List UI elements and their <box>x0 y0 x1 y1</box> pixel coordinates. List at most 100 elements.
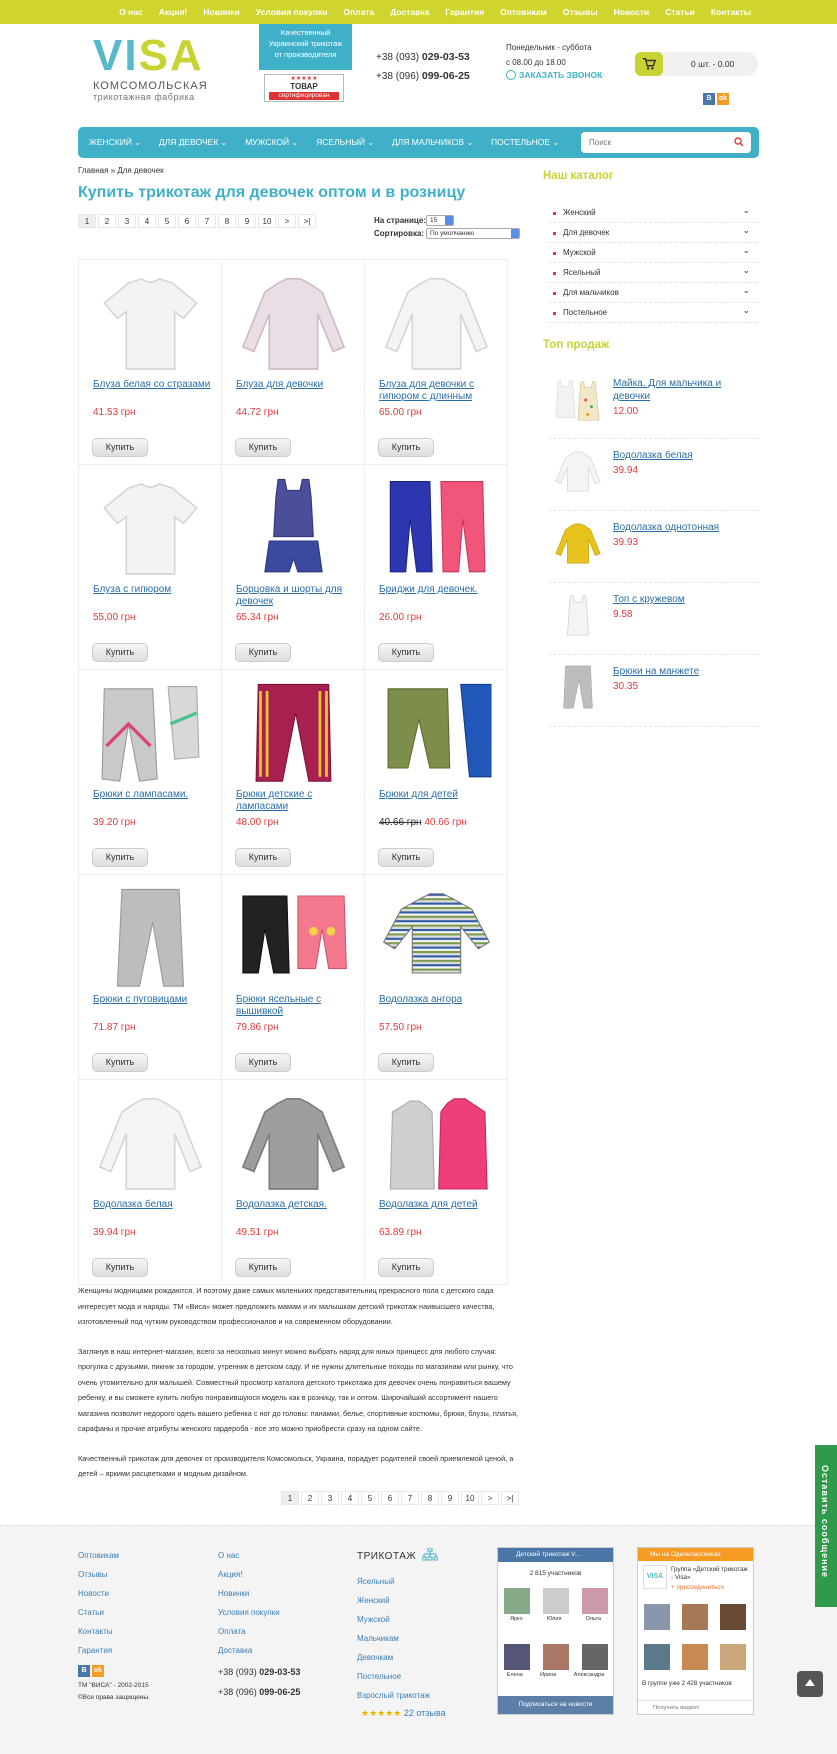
top-nav-item[interactable]: Контакты <box>703 0 759 24</box>
catalog-item[interactable]: Женский <box>548 200 758 223</box>
buy-button[interactable]: Купить <box>378 1053 434 1072</box>
page-link[interactable]: 1 <box>281 1491 299 1505</box>
footer-link[interactable]: Условия покупки <box>218 1603 280 1622</box>
site-logo[interactable]: VISA КОМСОМОЛЬСКАЯ трикотажная фабрика <box>93 34 208 103</box>
catalog-item[interactable]: Для девочек <box>548 220 758 243</box>
avatar[interactable] <box>644 1644 670 1670</box>
top-nav-item[interactable]: Доставка <box>382 0 437 24</box>
avatar[interactable] <box>682 1604 708 1630</box>
avatar[interactable] <box>720 1604 746 1630</box>
breadcrumb[interactable]: Главная » Для девочек <box>78 166 164 175</box>
footer-link[interactable]: Оплата <box>218 1622 280 1641</box>
page-link[interactable]: > <box>278 214 296 228</box>
product-name[interactable]: Брюки с пуговицами <box>93 994 213 1006</box>
product-image[interactable] <box>236 475 351 585</box>
search-icon[interactable] <box>734 137 744 147</box>
product-name[interactable]: Топ с кружевом <box>613 593 753 606</box>
footer-link[interactable]: Отзывы <box>78 1565 119 1584</box>
page-link[interactable]: 6 <box>381 1491 399 1505</box>
page-link[interactable]: 9 <box>238 214 256 228</box>
page-link[interactable]: 4 <box>341 1491 359 1505</box>
product-image[interactable] <box>554 663 602 713</box>
page-link[interactable]: 9 <box>441 1491 459 1505</box>
top-nav-item[interactable]: Гарантия <box>437 0 492 24</box>
buy-button[interactable]: Купить <box>235 848 291 867</box>
top-nav-item[interactable]: Новости <box>606 0 658 24</box>
nav-item-boys[interactable]: ДЛЯ МАЛЬЧИКОВ <box>383 127 482 158</box>
footer-link[interactable]: Женский <box>357 1591 430 1610</box>
buy-button[interactable]: Купить <box>92 1258 148 1277</box>
product-image[interactable] <box>554 591 602 641</box>
footer-link[interactable]: Ясельный <box>357 1572 430 1591</box>
buy-button[interactable]: Купить <box>92 438 148 457</box>
buy-button[interactable]: Купить <box>92 848 148 867</box>
page-link[interactable]: 3 <box>118 214 136 228</box>
product-name[interactable]: Брюки для детей <box>379 789 499 801</box>
product-name[interactable]: Блуза белая со стразами <box>93 379 213 391</box>
product-image[interactable] <box>236 885 351 995</box>
per-page-select[interactable]: 15 <box>426 215 454 226</box>
odnoklassniki-icon[interactable]: ok <box>92 1665 104 1677</box>
footer-link[interactable]: О нас <box>218 1546 280 1565</box>
buy-button[interactable]: Купить <box>378 848 434 867</box>
page-link[interactable]: 3 <box>321 1491 339 1505</box>
scroll-top-button[interactable] <box>797 1671 823 1697</box>
product-image[interactable] <box>93 885 208 995</box>
product-name[interactable]: Брюки ясельные с вышивкой <box>236 994 356 1018</box>
product-name[interactable]: Водолазка однотонная <box>613 521 753 534</box>
product-image[interactable] <box>236 270 351 380</box>
product-name[interactable]: Водолазка ангора <box>379 994 499 1006</box>
product-image[interactable] <box>93 475 208 585</box>
catalog-item[interactable]: Ясельный <box>548 260 758 283</box>
feedback-tab[interactable]: Оставить сообщение <box>815 1445 837 1607</box>
cart[interactable]: 0 шт. - 0.00 <box>635 52 758 76</box>
catalog-item[interactable]: Для мальчиков <box>548 280 758 303</box>
nav-item-girls[interactable]: ДЛЯ ДЕВОЧЕК <box>150 127 236 158</box>
nav-item-bedding[interactable]: ПОСТЕЛЬНОЕ <box>482 127 568 158</box>
footer-link[interactable]: Гарантия <box>78 1641 119 1660</box>
odnoklassniki-icon[interactable]: ok <box>717 93 729 105</box>
page-link[interactable]: 5 <box>361 1491 379 1505</box>
avatar[interactable] <box>582 1588 608 1614</box>
avatar[interactable] <box>720 1644 746 1670</box>
product-name[interactable]: Блуза для девочки <box>236 379 356 391</box>
avatar[interactable] <box>582 1644 608 1670</box>
product-name[interactable]: Бриджи для девочек. <box>379 584 499 596</box>
search-input[interactable] <box>581 132 721 153</box>
reviews-link[interactable]: ★★★★★ 22 отзыва <box>361 1708 446 1719</box>
top-nav-item[interactable]: Статьи <box>657 0 703 24</box>
page-link[interactable]: 7 <box>401 1491 419 1505</box>
product-name[interactable]: Майка. Для мальчика и девочки <box>613 377 753 403</box>
page-link[interactable]: 8 <box>421 1491 439 1505</box>
product-image[interactable] <box>236 1090 351 1200</box>
avatar[interactable] <box>504 1644 530 1670</box>
buy-button[interactable]: Купить <box>92 1053 148 1072</box>
footer-link[interactable]: Акция! <box>218 1565 280 1584</box>
page-link[interactable]: 6 <box>178 214 196 228</box>
product-image[interactable] <box>236 680 351 790</box>
buy-button[interactable]: Купить <box>235 1053 291 1072</box>
product-name[interactable]: Водолазка белая <box>613 449 753 462</box>
product-image[interactable] <box>554 519 602 569</box>
product-image[interactable] <box>554 447 602 497</box>
top-nav-item[interactable]: Оплата <box>335 0 382 24</box>
product-name[interactable]: Водолазка для детей <box>379 1199 499 1211</box>
avatar[interactable] <box>504 1588 530 1614</box>
product-image[interactable] <box>379 885 494 995</box>
buy-button[interactable]: Купить <box>235 438 291 457</box>
sort-select[interactable]: По умолчанию <box>426 228 520 239</box>
footer-link[interactable]: Доставка <box>218 1641 280 1660</box>
vk-icon[interactable]: В <box>703 93 715 105</box>
avatar[interactable] <box>644 1604 670 1630</box>
product-name[interactable]: Брюки детские с лампасами <box>236 789 356 813</box>
page-link[interactable]: >| <box>298 214 316 228</box>
top-nav-item[interactable]: Условия покупки <box>248 0 336 24</box>
phone-number[interactable]: 099-06-25 <box>259 1687 300 1697</box>
buy-button[interactable]: Купить <box>235 643 291 662</box>
nav-item-women[interactable]: ЖЕНСКИЙ <box>80 127 150 158</box>
footer-link[interactable]: Взрослый трикотаж <box>357 1686 430 1705</box>
vk-icon[interactable]: В <box>78 1665 90 1677</box>
avatar[interactable] <box>543 1588 569 1614</box>
product-image[interactable] <box>93 680 208 790</box>
ok-get-widget[interactable]: Получить виджет <box>638 1700 753 1714</box>
